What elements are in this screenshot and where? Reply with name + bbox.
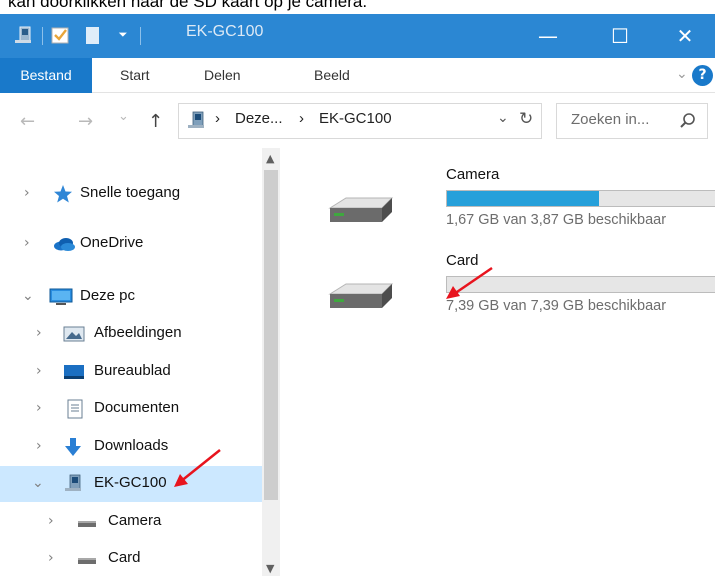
expand-chevron-icon[interactable]: › <box>24 185 30 201</box>
annotation-arrow <box>174 449 221 487</box>
caption-text: kan doorklikken naar de SD kaart op je c… <box>8 0 368 11</box>
expand-ribbon-icon[interactable]: ⌄ <box>676 66 688 82</box>
nav-label: OneDrive <box>80 234 144 251</box>
nav-scrollbar[interactable]: ▲ ▼ <box>262 148 280 576</box>
breadcrumb-ek-gc100[interactable]: EK-GC100 <box>319 110 392 127</box>
back-button[interactable]: ← <box>20 111 35 132</box>
forward-button[interactable]: → <box>78 111 93 132</box>
search-placeholder: Zoeken in... <box>571 111 650 128</box>
minimize-button[interactable]: — <box>518 14 578 58</box>
drive-usage-fill <box>447 191 600 206</box>
nav-label: Afbeeldingen <box>94 324 182 341</box>
address-dropdown-icon[interactable]: ⌄ <box>497 109 509 126</box>
device-icon <box>62 473 84 495</box>
drive-free-space: 1,67 GB van 3,87 GB beschikbaar <box>446 212 667 228</box>
documents-icon <box>64 398 86 420</box>
drive-icon <box>76 548 98 570</box>
nav-item-afbeeldingen[interactable]: › Afbeeldingen <box>0 316 262 352</box>
recent-locations-button[interactable]: ⌄ <box>118 109 129 124</box>
tab-delen[interactable]: Delen <box>204 58 241 93</box>
computer-icon <box>48 286 74 308</box>
close-button[interactable]: ✕ <box>655 14 715 58</box>
drive-icon <box>76 511 98 533</box>
search-icon <box>679 112 697 130</box>
scroll-thumb[interactable] <box>264 170 278 500</box>
breadcrumb-deze-pc[interactable]: Deze... <box>235 110 283 127</box>
address-row: ← → ⌄ ↑ › Deze... › EK-GC100 ⌄ ↻ Zoeken … <box>0 93 715 148</box>
expand-chevron-icon[interactable]: › <box>36 325 42 341</box>
tab-start[interactable]: Start <box>120 58 150 93</box>
up-button[interactable]: ↑ <box>148 111 163 132</box>
star-icon <box>52 183 74 205</box>
ribbon-tabs: Bestand Start Delen Beeld ⌄ ? <box>0 58 715 93</box>
nav-item-onedrive[interactable]: › OneDrive <box>0 226 262 262</box>
navigation-pane: › Snelle toegang › OneDrive ⌄ Deze pc › … <box>0 148 280 576</box>
collapse-chevron-icon[interactable]: ⌄ <box>22 288 34 304</box>
title-separator <box>140 27 141 45</box>
search-input[interactable]: Zoeken in... <box>556 103 708 139</box>
expand-chevron-icon[interactable]: › <box>48 513 54 529</box>
nav-label: Downloads <box>94 437 169 454</box>
expand-chevron-icon[interactable]: › <box>36 363 42 379</box>
drive-tile-camera[interactable]: Camera 1,67 GB van 3,87 GB beschikbaar <box>320 162 715 242</box>
drive-icon <box>326 280 396 320</box>
scroll-up-icon[interactable]: ▲ <box>266 152 274 165</box>
nav-item-bureaublad[interactable]: › Bureaublad <box>0 354 262 390</box>
nav-label: Card <box>108 549 141 566</box>
desktop-icon <box>62 361 86 383</box>
nav-item-camera[interactable]: › Camera <box>0 504 262 540</box>
nav-item-deze-pc[interactable]: ⌄ Deze pc <box>0 279 262 315</box>
expand-chevron-icon[interactable]: › <box>36 400 42 416</box>
device-icon <box>185 110 207 132</box>
quick-access-dropdown-icon[interactable]: ⏷ <box>114 24 132 46</box>
scroll-down-icon[interactable]: ▼ <box>266 562 274 575</box>
expand-chevron-icon[interactable]: › <box>36 438 42 454</box>
help-icon[interactable]: ? <box>692 65 713 86</box>
breadcrumb-separator: › <box>215 110 220 127</box>
nav-label: Camera <box>108 512 162 529</box>
nav-item-card[interactable]: › Card <box>0 541 262 576</box>
drive-icon <box>326 194 396 234</box>
refresh-icon[interactable]: ↻ <box>519 109 533 129</box>
maximize-button[interactable]: ☐ <box>590 14 650 58</box>
new-folder-icon[interactable] <box>82 24 102 46</box>
cloud-icon <box>52 233 75 255</box>
properties-icon[interactable] <box>50 24 70 46</box>
breadcrumb-separator: › <box>299 110 304 127</box>
expand-chevron-icon[interactable]: › <box>48 550 54 566</box>
pictures-icon <box>62 323 86 345</box>
tab-beeld[interactable]: Beeld <box>314 58 350 93</box>
annotation-arrow <box>446 266 493 299</box>
nav-label: Bureaublad <box>94 362 171 379</box>
nav-item-snelle-toegang[interactable]: › Snelle toegang <box>0 176 262 212</box>
nav-label: Deze pc <box>80 287 136 304</box>
drive-usage-bar <box>446 190 715 207</box>
title-separator <box>42 27 43 45</box>
nav-label: Documenten <box>94 399 180 416</box>
tab-bestand[interactable]: Bestand <box>0 58 92 93</box>
collapse-chevron-icon[interactable]: ⌄ <box>32 475 44 491</box>
expand-chevron-icon[interactable]: › <box>24 235 30 251</box>
nav-label: EK-GC100 <box>94 474 167 491</box>
nav-item-documenten[interactable]: › Documenten <box>0 391 262 427</box>
content-pane: Camera 1,67 GB van 3,87 GB beschikbaar C… <box>280 148 715 576</box>
nav-label: Snelle toegang <box>80 184 181 201</box>
window-title: EK-GC100 <box>186 23 264 40</box>
download-icon <box>62 436 84 458</box>
drive-name: Camera <box>446 166 500 183</box>
title-bar: ⏷ EK-GC100 — ☐ ✕ <box>0 14 715 58</box>
address-bar[interactable]: › Deze... › EK-GC100 ⌄ ↻ <box>178 103 542 139</box>
device-icon <box>12 24 34 46</box>
drive-tile-card[interactable]: Card 7,39 GB van 7,39 GB beschikbaar <box>320 248 715 328</box>
